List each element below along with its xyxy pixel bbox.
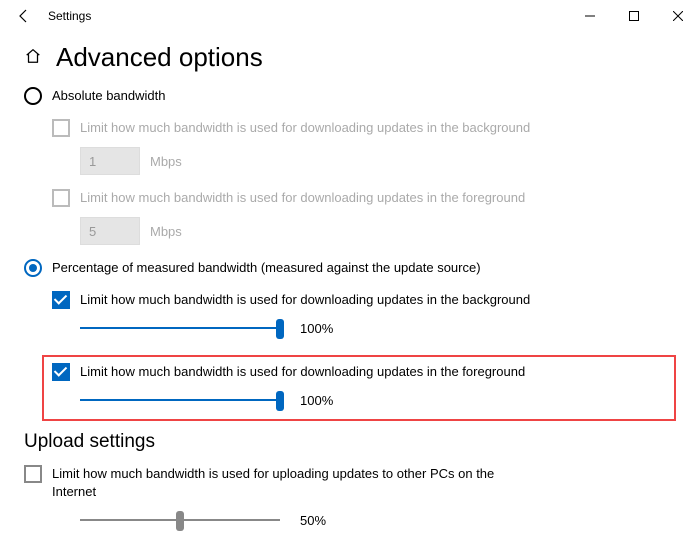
check-absolute-bg-limit[interactable]: Limit how much bandwidth is used for dow…	[52, 119, 676, 137]
unit-label: Mbps	[150, 224, 182, 239]
checkbox-label: Limit how much bandwidth is used for upl…	[52, 465, 532, 501]
check-absolute-fg-limit[interactable]: Limit how much bandwidth is used for dow…	[52, 189, 676, 207]
checkbox-icon	[52, 363, 70, 381]
upload-section-title: Upload settings	[24, 431, 676, 453]
highlighted-setting: Limit how much bandwidth is used for dow…	[42, 355, 676, 421]
unit-label: Mbps	[150, 154, 182, 169]
checkbox-icon	[52, 119, 70, 137]
radio-label: Absolute bandwidth	[52, 87, 165, 105]
titlebar: Settings	[0, 0, 700, 32]
absolute-bg-input-row: 1 Mbps	[80, 147, 676, 175]
page-header: Advanced options	[24, 42, 676, 73]
radio-icon	[24, 87, 42, 105]
slider-value: 100%	[300, 321, 333, 336]
percentage-fg-slider[interactable]	[80, 391, 280, 409]
slider-value: 100%	[300, 393, 333, 408]
page-title: Advanced options	[56, 42, 263, 73]
close-button[interactable]	[656, 0, 700, 32]
slider-value: 50%	[300, 513, 326, 528]
absolute-bg-input[interactable]: 1	[80, 147, 140, 175]
window-controls	[568, 0, 700, 32]
checkbox-icon	[52, 189, 70, 207]
check-percentage-bg-limit[interactable]: Limit how much bandwidth is used for dow…	[52, 291, 676, 309]
back-button[interactable]	[8, 8, 40, 24]
radio-percentage-bandwidth[interactable]: Percentage of measured bandwidth (measur…	[24, 259, 676, 277]
percentage-bg-slider-row: 100%	[80, 319, 676, 337]
absolute-fg-input[interactable]: 5	[80, 217, 140, 245]
upload-slider[interactable]	[80, 511, 280, 529]
window-title: Settings	[40, 9, 568, 23]
checkbox-label: Limit how much bandwidth is used for dow…	[80, 363, 525, 381]
checkbox-icon	[52, 291, 70, 309]
checkbox-icon	[24, 465, 42, 483]
checkbox-label: Limit how much bandwidth is used for dow…	[80, 291, 530, 309]
content-area: Advanced options Absolute bandwidth Limi…	[0, 32, 700, 529]
radio-icon	[24, 259, 42, 277]
minimize-button[interactable]	[568, 0, 612, 32]
percentage-fg-slider-row: 100%	[80, 391, 666, 409]
absolute-fg-input-row: 5 Mbps	[80, 217, 676, 245]
upload-slider-row: 50%	[80, 511, 676, 529]
checkbox-label: Limit how much bandwidth is used for dow…	[80, 119, 530, 137]
home-icon[interactable]	[24, 47, 42, 68]
radio-label: Percentage of measured bandwidth (measur…	[52, 259, 481, 277]
percentage-bg-slider[interactable]	[80, 319, 280, 337]
radio-absolute-bandwidth[interactable]: Absolute bandwidth	[24, 87, 676, 105]
maximize-button[interactable]	[612, 0, 656, 32]
checkbox-label: Limit how much bandwidth is used for dow…	[80, 189, 525, 207]
check-percentage-fg-limit[interactable]: Limit how much bandwidth is used for dow…	[52, 363, 666, 381]
check-upload-limit[interactable]: Limit how much bandwidth is used for upl…	[24, 465, 676, 501]
